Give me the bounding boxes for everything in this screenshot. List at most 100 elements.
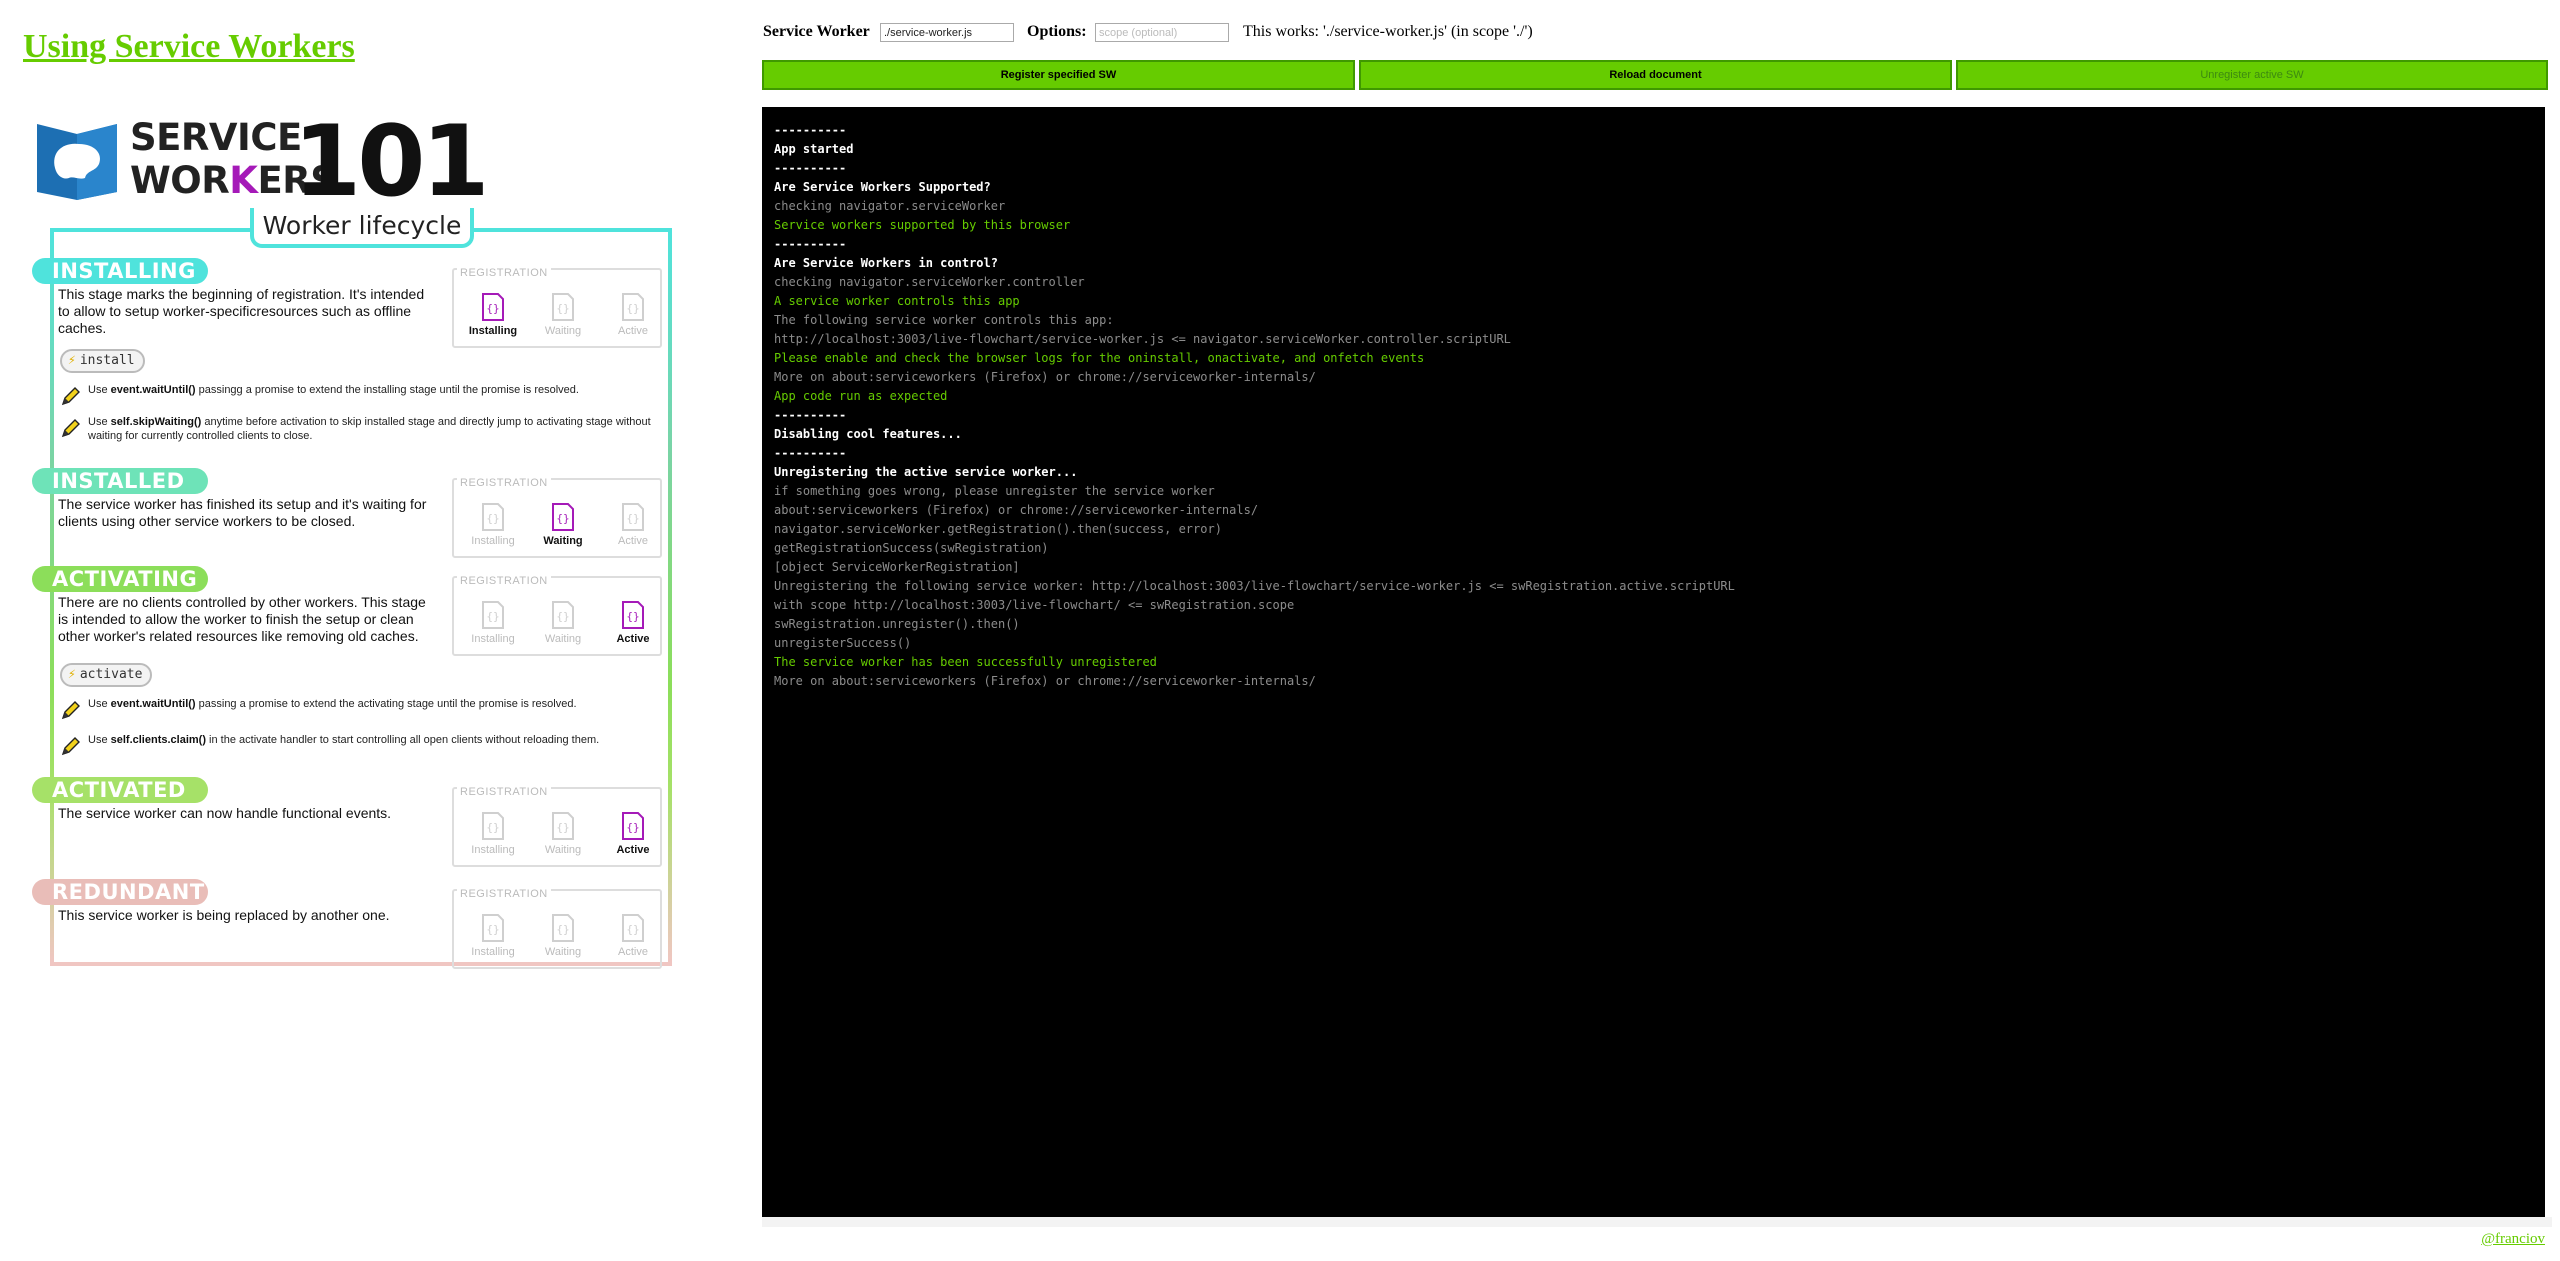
registration-box-activating: REGISTRATION {} Installing {} Waiting {} Activ… — [452, 575, 662, 656]
registration-slot-installing: {} Installing — [458, 502, 528, 547]
pencil-icon — [61, 419, 80, 438]
svg-text:{}: {} — [556, 923, 569, 936]
bolt-icon: ⚡ — [68, 667, 76, 682]
svg-text:{}: {} — [556, 610, 569, 623]
service-workers-logo-icon — [37, 124, 117, 200]
console-line: unregisterSuccess() — [774, 636, 912, 650]
script-file-icon: {} — [458, 811, 528, 841]
console-line: checking navigator.serviceWorker — [774, 199, 1006, 213]
console-line: App code run as expected — [774, 389, 948, 403]
console-line: Are Service Workers Supported? — [774, 180, 991, 194]
console-line: with scope http://localhost:3003/live-fl… — [774, 598, 1295, 612]
registration-slot-installing: {} Installing — [458, 811, 528, 856]
console-line: App started — [774, 142, 854, 156]
console-line: The service worker has been successfully… — [774, 655, 1157, 669]
slot-label: Active — [618, 325, 648, 337]
console-line: The following service worker controls th… — [774, 313, 1114, 327]
script-file-icon: {} — [458, 292, 528, 322]
console-line: ---------- — [774, 123, 847, 137]
slot-label: Installing — [468, 325, 518, 337]
lifecycle-title-tab: Worker lifecycle — [250, 208, 474, 248]
tip-prefix: Use — [88, 698, 108, 710]
svg-text:{}: {} — [556, 302, 569, 315]
stage-installing-text: This stage marks the beginning of regist… — [58, 286, 425, 336]
console-line: A service worker controls this app — [774, 294, 1020, 308]
console-line: [object ServiceWorkerRegistration] — [774, 560, 1020, 574]
lifecycle-title: Worker lifecycle — [262, 211, 462, 240]
console-line: More on about:serviceworkers (Firefox) o… — [774, 674, 1316, 688]
console-scrollbar[interactable] — [762, 1217, 2552, 1227]
registration-slot-active: {} Active — [598, 913, 668, 958]
slot-label: Waiting — [544, 633, 582, 645]
console-line: Unregistering the following service work… — [774, 579, 1735, 593]
page-title-link[interactable]: Using Service Workers — [23, 28, 355, 66]
reload-document-button[interactable]: Reload document — [1359, 60, 1952, 90]
stage-activating-text: There are no clients controlled by other… — [58, 594, 426, 644]
pencil-icon — [61, 737, 80, 756]
options-label: Options: — [1027, 23, 1087, 40]
svg-text:{}: {} — [626, 302, 639, 315]
svg-text:{}: {} — [626, 923, 639, 936]
register-sw-button[interactable]: Register specified SW — [762, 60, 1355, 90]
script-file-icon: {} — [458, 502, 528, 532]
svg-text:{}: {} — [626, 512, 639, 525]
svg-text:{}: {} — [486, 302, 499, 315]
registration-slot-waiting: {} Waiting — [528, 502, 598, 547]
registration-box-redundant: REGISTRATION {} Installing {} Waiting {} Activ… — [452, 888, 662, 969]
registration-box-installed: REGISTRATION {} Installing {} Waiting {} Activ… — [452, 477, 662, 558]
console-line: getRegistrationSuccess(swRegistration) — [774, 541, 1049, 555]
registration-slot-active: {} Active — [598, 811, 668, 856]
console-line: ---------- — [774, 161, 847, 175]
console-line: Disabling cool features... — [774, 427, 962, 441]
script-file-icon: {} — [528, 913, 598, 943]
console-line: http://localhost:3003/live-flowchart/ser… — [774, 332, 1511, 346]
script-file-icon: {} — [598, 600, 668, 630]
svg-text:{}: {} — [486, 923, 499, 936]
console-line: checking navigator.serviceWorker.control… — [774, 275, 1085, 289]
author-link[interactable]: @franciov — [2481, 1231, 2545, 1248]
registration-label: REGISTRATION — [457, 888, 551, 900]
slot-label: Waiting — [544, 325, 582, 337]
slot-label: Installing — [471, 946, 515, 958]
console-line: Service workers supported by this browse… — [774, 218, 1071, 232]
slot-label: Active — [618, 535, 648, 547]
banner-service-word: SERVICE — [130, 116, 302, 159]
script-file-icon: {} — [598, 502, 668, 532]
registration-slot-waiting: {} Waiting — [528, 292, 598, 337]
registration-label: REGISTRATION — [457, 477, 551, 489]
banner-101: 101 — [293, 105, 490, 219]
registration-label: REGISTRATION — [457, 575, 551, 587]
works-hint-text: This works: './service-worker.js' (in sc… — [1243, 23, 1533, 40]
console-line: if something goes wrong, please unregist… — [774, 484, 1215, 498]
registration-box-activated: REGISTRATION {} Installing {} Waiting {} Activ… — [452, 786, 662, 867]
svg-text:{}: {} — [486, 821, 499, 834]
console-line: Please enable and check the browser logs… — [774, 351, 1425, 365]
registration-slot-waiting: {} Waiting — [528, 913, 598, 958]
registration-slot-installing: {} Installing — [458, 292, 528, 337]
registration-slot-active: {} Active — [598, 600, 668, 645]
svg-text:{}: {} — [556, 821, 569, 834]
console-line: ---------- — [774, 446, 847, 460]
registration-slot-installing: {} Installing — [458, 600, 528, 645]
service-worker-path-input[interactable] — [880, 23, 1014, 42]
script-file-icon: {} — [458, 913, 528, 943]
console-line: about:serviceworkers (Firefox) or chrome… — [774, 503, 1259, 517]
scope-input[interactable] — [1095, 23, 1229, 42]
console-line: Are Service Workers in control? — [774, 256, 998, 270]
unregister-sw-button[interactable]: Unregister active SW — [1956, 60, 2548, 90]
registration-slot-active: {} Active — [598, 292, 668, 337]
registration-label: REGISTRATION — [457, 786, 551, 798]
script-file-icon: {} — [528, 811, 598, 841]
pencil-icon — [61, 387, 80, 406]
pencil-icon — [61, 701, 80, 720]
slot-label: Active — [616, 633, 650, 645]
stage-activating-badge: ACTIVATING — [32, 566, 208, 592]
tip-code: event.waitUntil() — [110, 384, 196, 396]
script-file-icon: {} — [598, 811, 668, 841]
script-file-icon: {} — [598, 913, 668, 943]
registration-box-installing: REGISTRATION {} Installing {} Waiting {} Activ… — [452, 267, 662, 348]
tip-clients-claim: Use self.clients.claim() in the activate… — [58, 733, 664, 765]
script-file-icon: {} — [598, 292, 668, 322]
svg-text:{}: {} — [486, 512, 499, 525]
console-line: Unregistering the active service worker.… — [774, 465, 1078, 479]
